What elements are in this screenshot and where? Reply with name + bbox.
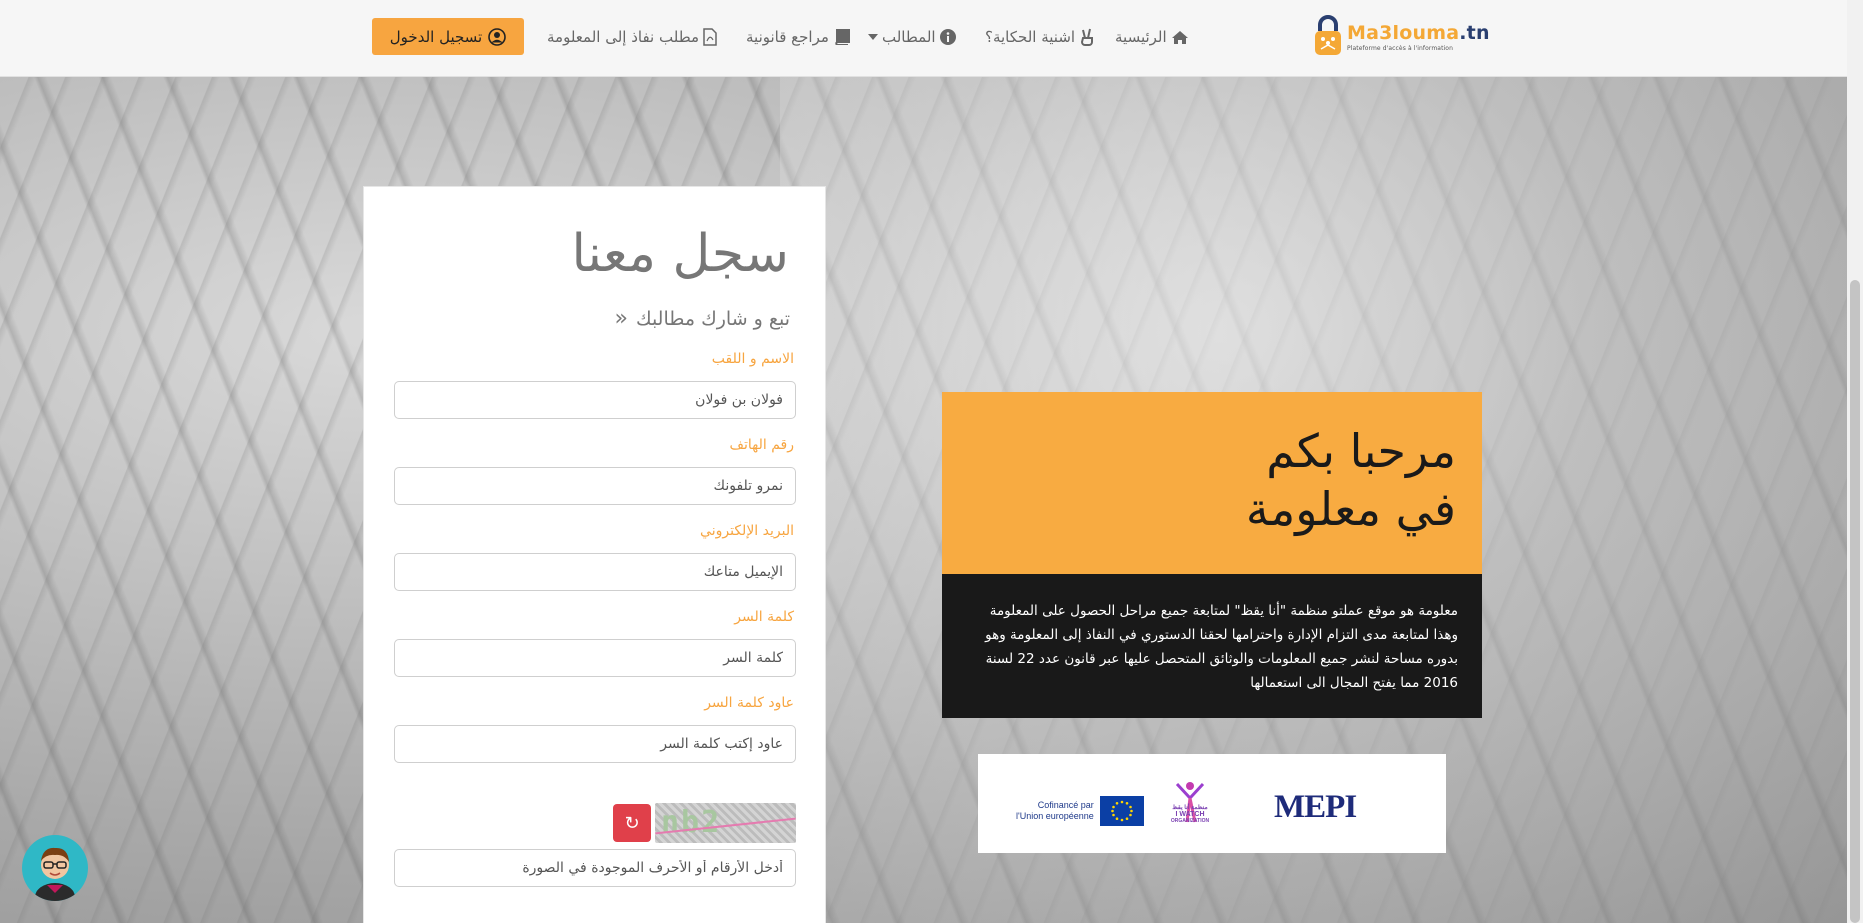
register-subtitle-text: تبع و شارك مطالبك [635, 307, 790, 330]
book-icon [835, 29, 850, 45]
user-circle-icon [488, 27, 507, 46]
register-form-card: سجل معنا تبع و شارك مطالبك « الاسم و الل… [363, 186, 826, 923]
iwatch-text: I WATCH [1175, 811, 1205, 818]
nav-story-label: اشنية الحكاية؟ [985, 28, 1076, 46]
top-navbar: Ma3louma.tn Plateforme d'accès à l'infor… [0, 0, 1863, 77]
pdf-file-icon [703, 28, 717, 46]
chat-avatar-button[interactable] [22, 835, 88, 901]
sponsors-banner: Cofinancé par l'Union européenne منظمة أ… [978, 754, 1446, 853]
nav-home-label: الرئيسية [1115, 28, 1167, 46]
iwatch-arabic-text: منظمة أنا يقظ [1172, 805, 1208, 811]
home-icon [1171, 30, 1188, 44]
eu-text-line-2: l'Union européenne [1016, 811, 1094, 821]
captcha-image: nb2 [655, 803, 796, 843]
nav-home[interactable]: الرئيسية [1111, 26, 1189, 48]
description-text: معلومة هو موقع عملتو منظمة "أنا يقظ" لمت… [985, 603, 1458, 691]
refresh-icon: ↻ [624, 812, 640, 834]
welcome-panel: مرحبا بكم في معلومة [942, 392, 1482, 574]
site-logo[interactable]: Ma3louma.tn Plateforme d'accès à l'infor… [1313, 13, 1490, 61]
info-icon [939, 29, 956, 45]
brand-tagline: Plateforme d'accès à l'information [1347, 44, 1453, 52]
brand-tld: .tn [1459, 21, 1490, 44]
lock-logo-icon [1313, 15, 1343, 59]
iwatch-logo: منظمة أنا يقظ I WATCH ORGANIZATION [1167, 780, 1213, 836]
login-button[interactable]: تسجيل الدخول [372, 18, 524, 55]
nav-demands-label: المطالب [882, 28, 936, 46]
mepi-logo: MEPI [1274, 789, 1357, 825]
eu-flag-icon [1099, 796, 1144, 826]
scrollbar-thumb[interactable] [1850, 280, 1860, 923]
nav-request[interactable]: مطلب نفاذ إلى المعلومة [543, 26, 717, 48]
chevron-down-icon [868, 34, 878, 40]
hero-background-image [0, 77, 1863, 923]
nav-legal-label: مراجع قانونية [746, 28, 829, 46]
welcome-title: مرحبا بكم في معلومة [1246, 422, 1456, 538]
eu-logo: Cofinancé par l'Union européenne [1016, 796, 1144, 826]
page-scrollbar[interactable] [1847, 0, 1863, 923]
phone-input[interactable] [394, 467, 796, 505]
eu-text-line-1: Cofinancé par [1037, 800, 1094, 810]
avatar-character-icon [35, 847, 75, 901]
confirm-password-label: عاود كلمة السر [704, 695, 794, 711]
captcha-input[interactable] [394, 849, 796, 887]
double-chevron-left-icon: « [614, 306, 628, 331]
nav-legal[interactable]: مراجع قانونية [742, 26, 850, 48]
register-title: سجل معنا [571, 224, 789, 284]
register-subtitle: تبع و شارك مطالبك « [614, 306, 790, 331]
password-input[interactable] [394, 639, 796, 677]
fullname-input[interactable] [394, 381, 796, 419]
nav-story[interactable]: اشنية الحكاية؟ [981, 26, 1095, 48]
brand-name: Ma3louma [1347, 21, 1460, 44]
email-input[interactable] [394, 553, 796, 591]
iwatch-org-text: ORGANIZATION [1170, 818, 1210, 824]
victory-hand-icon [1081, 28, 1094, 46]
captcha-refresh-button[interactable]: ↻ [613, 804, 651, 842]
login-button-label: تسجيل الدخول [389, 27, 483, 46]
welcome-line-1: مرحبا بكم [1266, 424, 1456, 478]
password-label: كلمة السر [734, 609, 794, 625]
phone-label: رقم الهاتف [729, 437, 794, 453]
nav-request-label: مطلب نفاذ إلى المعلومة [547, 28, 700, 46]
confirm-password-input[interactable] [394, 725, 796, 763]
nav-demands-dropdown[interactable]: المطالب [868, 26, 956, 48]
welcome-line-2: في معلومة [1245, 482, 1456, 536]
description-panel: معلومة هو موقع عملتو منظمة "أنا يقظ" لمت… [942, 574, 1482, 718]
fullname-label: الاسم و اللقب [711, 351, 794, 367]
email-label: البريد الإلكتروني [700, 523, 794, 539]
captcha-text: nb2 [661, 805, 722, 840]
